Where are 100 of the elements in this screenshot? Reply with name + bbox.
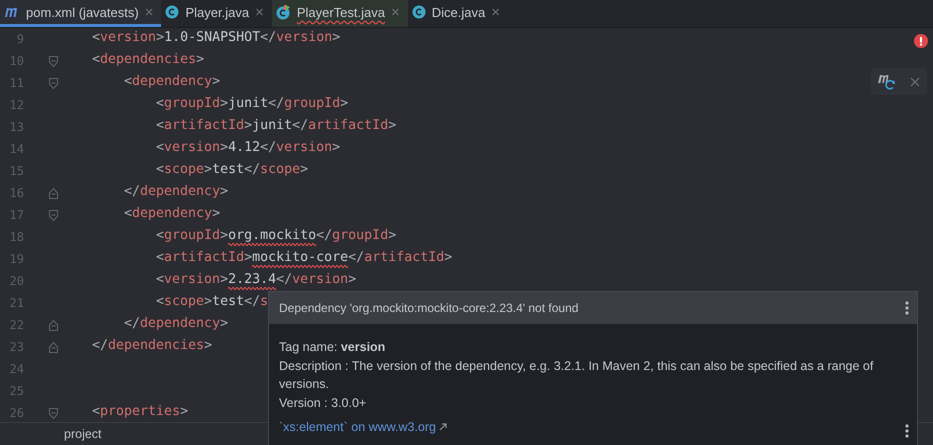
tag-bracket: </ xyxy=(276,272,292,289)
tag-bracket: > xyxy=(180,404,188,421)
more-options-icon[interactable] xyxy=(905,301,909,315)
tag-bracket: > xyxy=(220,228,228,245)
test-class-icon xyxy=(276,4,291,20)
tag-value: org.mockito xyxy=(228,228,316,246)
editor-tab[interactable]: PlayerTest.java × xyxy=(272,0,408,27)
tag-bracket: > xyxy=(444,250,452,267)
tag-bracket: > xyxy=(388,228,396,245)
tag-value: 4.12 xyxy=(228,140,260,157)
tag-bracket: > xyxy=(220,140,228,157)
tag-bracket: > xyxy=(348,272,356,289)
tag-value: junit xyxy=(228,96,268,113)
tag-name: scope xyxy=(164,162,204,179)
tag-bracket: </ xyxy=(244,294,260,311)
tag-name: dependency xyxy=(132,206,212,223)
tag-bracket: </ xyxy=(244,162,260,179)
editor-tab[interactable]: Player.java × xyxy=(161,0,272,27)
tag-name: dependencies xyxy=(100,52,196,69)
tag-name: artifactId xyxy=(364,250,444,267)
tag-bracket: > xyxy=(196,52,204,69)
w3-link[interactable]: `xs:element` on www.w3.org xyxy=(279,418,436,436)
tag-bracket: < xyxy=(156,162,164,179)
tag-bracket: < xyxy=(124,206,132,223)
fold-marker-icon[interactable] xyxy=(49,210,58,220)
tag-bracket: < xyxy=(92,404,100,421)
editor-tab[interactable]: Dice.java × xyxy=(408,0,508,27)
tag-bracket: > xyxy=(332,140,340,157)
tag-name-text: Tag name: version xyxy=(279,339,386,356)
fold-marker-icon[interactable] xyxy=(49,320,58,330)
tag-bracket: </ xyxy=(124,184,140,201)
tag-value: junit xyxy=(252,118,292,135)
tag-name: groupId xyxy=(332,228,388,245)
popup-title: Dependency 'org.mockito:mockito-core:2.23.4' not found xyxy=(279,301,578,315)
tab-label: Dice.java xyxy=(432,4,486,20)
tag-bracket: < xyxy=(92,52,100,69)
tag-bracket: </ xyxy=(268,96,284,113)
fold-marker-icon[interactable] xyxy=(49,342,58,352)
tag-name: dependency xyxy=(132,74,212,91)
error-icon[interactable] xyxy=(914,34,928,48)
fold-marker-icon[interactable] xyxy=(49,408,58,418)
tag-name: scope xyxy=(260,162,300,179)
tag-bracket: < xyxy=(156,140,164,157)
breadcrumb-item[interactable]: project xyxy=(64,427,102,441)
tag-name: artifactId xyxy=(308,118,388,135)
tag-bracket: </ xyxy=(260,140,276,157)
tag-bracket: > xyxy=(212,74,220,91)
tag-bracket: </ xyxy=(124,316,140,333)
maven-icon xyxy=(4,6,20,18)
class-icon xyxy=(412,5,426,19)
tag-bracket: > xyxy=(220,96,228,113)
tag-bracket: > xyxy=(388,118,396,135)
tab-label: PlayerTest.java xyxy=(296,4,385,20)
close-icon[interactable] xyxy=(910,76,920,86)
tag-bracket: < xyxy=(124,74,132,91)
tag-bracket: < xyxy=(156,96,164,113)
fold-marker-icon[interactable] xyxy=(49,78,58,88)
tag-bracket: > xyxy=(300,162,308,179)
tag-name: groupId xyxy=(164,96,220,113)
tag-value: test xyxy=(212,294,244,311)
tag-name: dependency xyxy=(140,316,220,333)
tag-name: version xyxy=(292,272,348,289)
tag-bracket: > xyxy=(220,272,228,289)
tag-bracket: < xyxy=(156,228,164,245)
tag-name: dependencies xyxy=(108,338,204,355)
tag-bracket: </ xyxy=(292,118,308,135)
tag-value: test xyxy=(212,162,244,179)
tag-name: artifactId xyxy=(164,250,244,267)
tag-name: groupId xyxy=(164,228,220,245)
tag-name: version xyxy=(276,30,332,47)
version-text: Version : 3.0.0+ xyxy=(279,395,368,412)
tag-name: dependency xyxy=(140,184,220,201)
tag-bracket: < xyxy=(156,250,164,267)
tab-label: Player.java xyxy=(185,4,250,20)
tag-bracket: > xyxy=(156,30,164,47)
tag-bracket: < xyxy=(156,272,164,289)
tag-bracket: > xyxy=(204,162,212,179)
more-options-icon[interactable] xyxy=(905,424,909,438)
tag-bracket: > xyxy=(204,294,212,311)
tag-value: 1.0-SNAPSHOT xyxy=(164,30,260,47)
tab-label: pom.xml (javatests) xyxy=(26,4,139,20)
fold-marker-icon[interactable] xyxy=(49,56,58,66)
maven-reload-button[interactable] xyxy=(871,68,927,95)
maven-reload-icon xyxy=(878,74,896,90)
tag-bracket: </ xyxy=(348,250,364,267)
tag-bracket: > xyxy=(220,316,228,333)
external-link-icon xyxy=(439,423,448,431)
tag-name: version xyxy=(164,140,220,157)
tag-name: version xyxy=(276,140,332,157)
editor-tab[interactable]: pom.xml (javatests) × xyxy=(0,0,162,27)
class-icon xyxy=(165,5,180,19)
tag-bracket: < xyxy=(156,294,164,311)
tag-bracket: > xyxy=(332,30,340,47)
tag-name: s xyxy=(260,294,268,311)
tag-bracket: < xyxy=(92,30,100,47)
tag-value: mockito-core xyxy=(252,250,348,268)
tag-name: artifactId xyxy=(164,118,244,135)
fold-marker-icon[interactable] xyxy=(49,188,58,198)
tag-bracket: </ xyxy=(316,228,332,245)
tag-bracket: > xyxy=(244,118,252,135)
